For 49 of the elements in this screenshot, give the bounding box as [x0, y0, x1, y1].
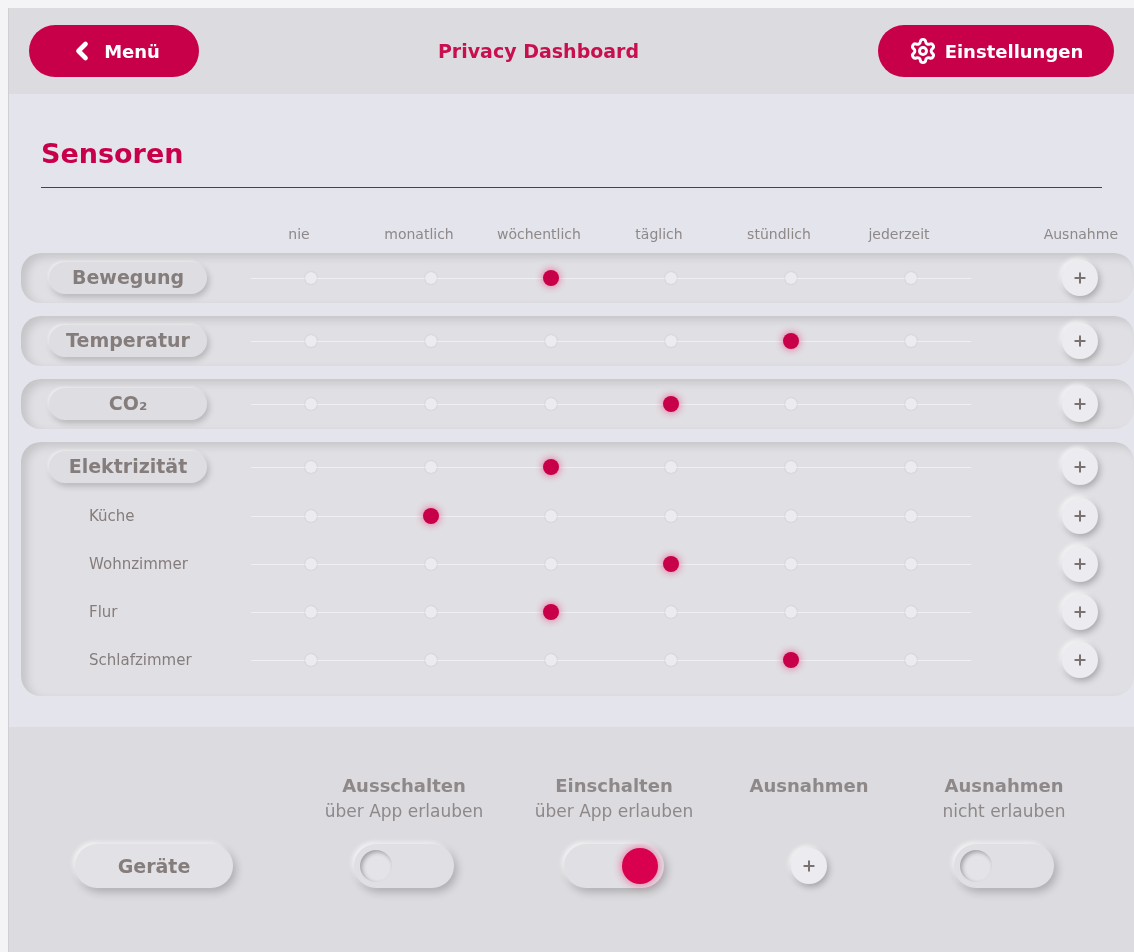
control-title: Ausnahmen: [944, 773, 1064, 798]
frequency-header: jederzeit: [867, 224, 931, 244]
exception-button[interactable]: [1062, 641, 1098, 678]
exception-button[interactable]: [1062, 545, 1098, 582]
control-title: Ausschalten: [342, 773, 466, 798]
sensor-label: CO₂: [49, 387, 207, 420]
exception-header: Ausnahme: [1042, 224, 1119, 244]
control-subtitle: über App erlauben: [534, 799, 694, 823]
room-label: Flur: [88, 602, 118, 621]
toggle-switch[interactable]: [354, 844, 454, 888]
exception-button[interactable]: [1062, 497, 1098, 534]
plus-icon: [801, 858, 817, 874]
plus-icon: [1072, 395, 1088, 412]
control-subtitle: über App erlauben: [324, 799, 484, 823]
sensor-label: Elektrizität: [49, 450, 207, 483]
toggle-switch[interactable]: [954, 844, 1054, 888]
exception-button[interactable]: [1062, 448, 1098, 485]
frequency-header: stündlich: [746, 224, 812, 244]
add-exception-button[interactable]: [791, 848, 827, 884]
frequency-header: monatlich: [383, 224, 455, 244]
page-title: Privacy Dashboard: [437, 38, 640, 64]
settings-button[interactable]: Einstellungen: [878, 25, 1114, 77]
exception-button[interactable]: [1062, 385, 1098, 422]
devices-button[interactable]: Geräte: [75, 844, 233, 888]
plus-icon: [1072, 555, 1088, 572]
plus-icon: [1072, 651, 1088, 668]
control-title: Einschalten: [555, 773, 673, 798]
frequency-header: nie: [287, 224, 311, 244]
plus-icon: [1072, 507, 1088, 524]
settings-icon: [908, 37, 937, 65]
frequency-header: täglich: [634, 224, 684, 244]
plus-icon: [1072, 458, 1088, 475]
back-button[interactable]: Menü: [29, 25, 199, 77]
room-label: Küche: [88, 506, 135, 525]
toggle-switch[interactable]: [564, 844, 664, 888]
sensor-label: Temperatur: [49, 324, 207, 357]
frequency-header: wöchentlich: [496, 224, 582, 244]
plus-icon: [1072, 332, 1088, 349]
sensor-label: Bewegung: [49, 261, 207, 294]
exception-button[interactable]: [1062, 259, 1098, 296]
plus-icon: [1072, 269, 1088, 286]
exception-button[interactable]: [1062, 322, 1098, 359]
control-subtitle: nicht erlauben: [942, 799, 1066, 823]
room-label: Wohnzimmer: [88, 554, 188, 573]
plus-icon: [1072, 603, 1088, 620]
room-label: Schlafzimmer: [88, 650, 192, 669]
section-title: Sensoren: [41, 138, 184, 169]
exception-button[interactable]: [1062, 593, 1098, 630]
control-title: Ausnahmen: [749, 774, 869, 798]
